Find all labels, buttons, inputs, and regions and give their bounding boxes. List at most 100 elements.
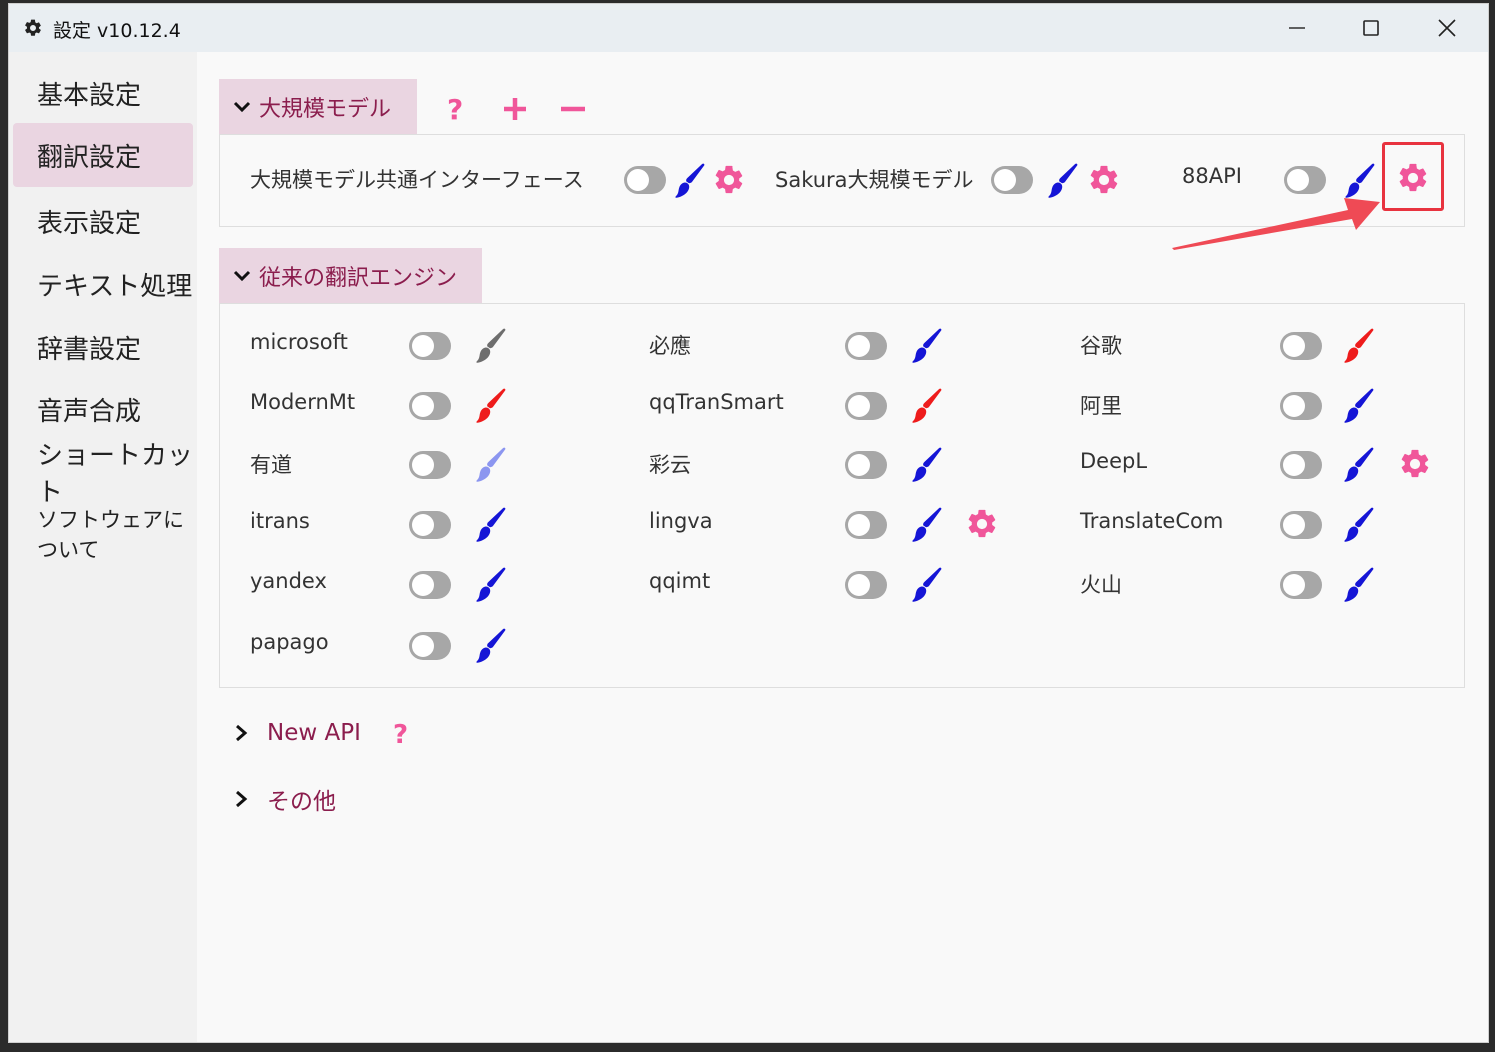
chevron-down-icon [233,101,251,113]
engine-label: 88API [1182,164,1242,188]
sidebar-item-basic[interactable]: 基本設定 [13,61,193,125]
section-title: その他 [267,789,336,815]
engine-toggle[interactable] [845,392,887,420]
section-title: 従来の翻訳エンジン [259,266,458,291]
engine-label: ModernMt [250,390,356,414]
engine-label: Sakura大規模モデル [775,168,974,192]
classic-section-header[interactable]: 従来の翻訳エンジン [219,248,482,304]
sidebar-item-label: ショートカット [37,441,194,508]
engine-label: 阿里 [1080,394,1122,418]
engine-toggle[interactable] [1280,332,1322,360]
close-button[interactable] [1409,4,1485,52]
brush-icon[interactable] [475,506,507,544]
engine-toggle[interactable] [845,451,887,479]
classic-engine-box [219,303,1465,688]
brush-icon[interactable] [1343,506,1375,544]
gear-icon[interactable] [965,507,999,541]
brush-icon[interactable] [1343,446,1375,484]
engine-toggle[interactable] [845,511,887,539]
brush-icon[interactable] [911,506,943,544]
brush-icon[interactable] [911,387,943,425]
brush-icon[interactable] [475,627,507,665]
engine-label: microsoft [250,330,348,354]
sidebar-item-label: 辞書設定 [37,334,142,365]
engine-toggle[interactable] [409,511,451,539]
minimize-button[interactable] [1259,4,1335,52]
engine-toggle[interactable] [624,166,666,194]
chevron-right-icon [236,790,248,808]
engine-toggle[interactable] [845,571,887,599]
engine-label: DeepL [1080,449,1148,473]
engine-toggle[interactable] [1280,511,1322,539]
sidebar-item-dictionary[interactable]: 辞書設定 [13,315,193,379]
svg-text:?: ? [447,93,463,123]
other-section-header[interactable]: その他 [233,782,336,816]
engine-toggle[interactable] [1280,451,1322,479]
chevron-down-icon [233,270,251,282]
brush-icon[interactable] [911,327,943,365]
gear-icon[interactable] [712,163,746,197]
engine-toggle[interactable] [845,332,887,360]
section-title: 大規模モデル [259,97,392,122]
minus-icon[interactable] [560,96,586,122]
brush-icon[interactable] [475,566,507,604]
sidebar-item-translation[interactable]: 翻訳設定 [13,123,193,187]
brush-icon[interactable] [1343,327,1375,365]
engine-toggle[interactable] [409,332,451,360]
sidebar-item-shortcuts[interactable]: ショートカット [13,440,193,508]
question-icon[interactable]: ? [443,93,471,123]
sidebar-item-label: 基本設定 [37,80,142,111]
llm-section-header[interactable]: 大規模モデル [219,79,417,135]
engine-label: papago [250,630,329,654]
minimize-icon [1289,27,1305,29]
brush-icon[interactable] [1047,162,1079,200]
plus-icon[interactable] [502,96,528,122]
engine-toggle[interactable] [1284,166,1326,194]
engine-toggle[interactable] [991,166,1033,194]
engine-label: qqimt [649,569,711,593]
engine-label: 彩云 [649,453,691,477]
question-icon[interactable]: ? [391,718,415,748]
engine-toggle[interactable] [409,451,451,479]
engine-toggle[interactable] [409,392,451,420]
sidebar-item-label: 音声合成 [37,396,142,427]
sidebar-item-label: テキスト処理 [37,271,193,302]
settings-window: 設定 v10.12.4 基本設定 翻訳設定 表示設定 テキスト処理 辞書設定 音… [8,3,1489,1043]
engine-label: lingva [649,509,713,533]
engine-label: 必應 [649,334,691,358]
brush-icon[interactable] [911,446,943,484]
engine-label: 有道 [250,453,292,477]
brush-icon[interactable] [475,327,507,365]
gear-icon[interactable] [1396,161,1430,195]
window-title: 設定 v10.12.4 [53,20,181,42]
translation-settings-panel: 大規模モデル ? 大規模モデル共通インターフェース Sakura大規模モデル 8… [197,52,1488,1042]
brush-icon[interactable] [674,162,706,200]
sidebar-item-label: 表示設定 [37,208,142,239]
engine-label: 谷歌 [1080,334,1122,358]
title-bar: 設定 v10.12.4 [9,4,1488,52]
close-icon [1438,19,1456,37]
engine-label: TranslateCom [1080,509,1224,533]
sidebar: 基本設定 翻訳設定 表示設定 テキスト処理 辞書設定 音声合成 ショートカット … [9,52,198,1042]
engine-toggle[interactable] [1280,392,1322,420]
svg-text:?: ? [393,720,408,748]
brush-icon[interactable] [1343,387,1375,425]
engine-toggle[interactable] [409,571,451,599]
sidebar-item-tts[interactable]: 音声合成 [13,377,193,441]
engine-label: 大規模モデル共通インターフェース [250,168,584,192]
sidebar-item-about[interactable]: ソフトウェアについて [13,502,193,566]
engine-toggle[interactable] [1280,571,1322,599]
brush-icon[interactable] [475,446,507,484]
maximize-button[interactable] [1333,4,1409,52]
new-api-section-header[interactable]: New API ? [233,718,415,748]
engine-toggle[interactable] [409,632,451,660]
gear-icon[interactable] [1398,447,1432,481]
engine-label: qqTranSmart [649,390,784,414]
sidebar-item-display[interactable]: 表示設定 [13,189,193,253]
brush-icon[interactable] [911,566,943,604]
sidebar-item-label: ソフトウェアについて [37,508,184,562]
brush-icon[interactable] [475,387,507,425]
brush-icon[interactable] [1343,566,1375,604]
sidebar-item-text-processing[interactable]: テキスト処理 [13,252,193,316]
gear-icon[interactable] [1087,163,1121,197]
